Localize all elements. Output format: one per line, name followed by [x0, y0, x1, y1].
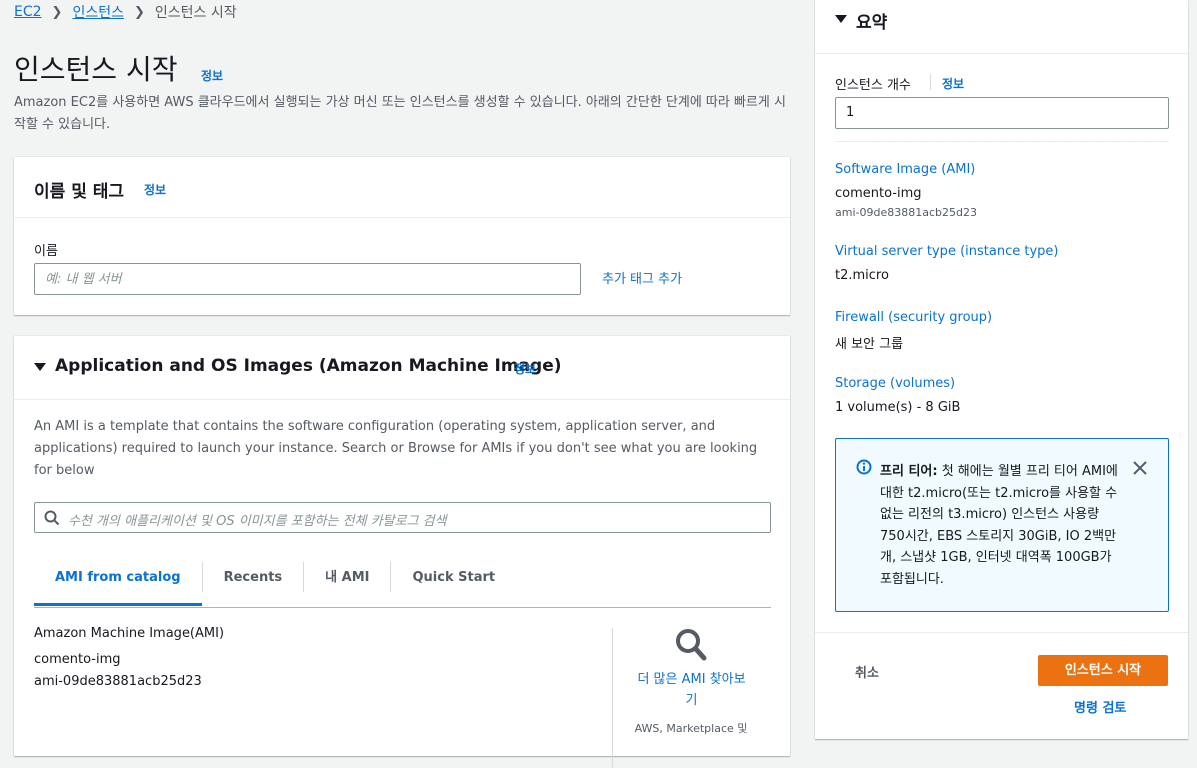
chevron-right-icon: ❯ — [51, 4, 63, 20]
page-title: 인스턴스 시작 — [14, 53, 178, 86]
browse-more-amis-sub: AWS, Marketplace 및 — [634, 722, 748, 735]
divider — [612, 628, 613, 768]
summary-title: 요약 — [856, 13, 888, 33]
ami-search-placeholder: 수천 개의 애플리케이션 및 OS 이미지를 포함하는 전체 카탈로그 검색 — [68, 514, 447, 529]
breadcrumb-instances[interactable]: 인스턴스 — [72, 2, 124, 22]
ami-description: An AMI is a template that contains the s… — [34, 419, 758, 478]
ami-info-link[interactable]: 정보 — [514, 360, 536, 377]
caret-down-icon[interactable] — [34, 363, 46, 371]
review-commands-button[interactable]: 명령 검토 — [1074, 697, 1126, 716]
summary-storage-value: 1 volume(s) - 8 GiB — [835, 400, 961, 415]
summary-storage-link[interactable]: Storage (volumes) — [835, 376, 955, 391]
browse-more-amis-line2: 기 — [685, 693, 698, 708]
launch-instance-button[interactable]: 인스턴스 시작 — [1038, 655, 1168, 686]
page-description: Amazon EC2를 사용하면 AWS 클라우드에서 실행되는 가상 머신 또… — [14, 95, 786, 132]
info-icon — [856, 459, 872, 475]
browse-more-amis-line1: 더 많은 AMI 찾아보 — [637, 672, 746, 687]
cancel-button[interactable]: 취소 — [855, 662, 879, 681]
name-input[interactable] — [34, 263, 581, 295]
breadcrumb: EC2 ❯ 인스턴스 ❯ 인스턴스 시작 — [14, 2, 237, 22]
selected-ami-name: comento-img — [34, 652, 121, 667]
summary-ami-link[interactable]: Software Image (AMI) — [835, 162, 975, 177]
chevron-right-icon: ❯ — [133, 4, 145, 20]
ami-panel: Application and OS Images (Amazon Machin… — [14, 336, 790, 768]
divider — [815, 632, 1188, 633]
ami-title: Application and OS Images (Amazon Machin… — [55, 356, 562, 376]
breadcrumb-ec2[interactable]: EC2 — [14, 4, 42, 20]
selected-ami-id: ami-09de83881acb25d23 — [34, 674, 202, 689]
add-tags-link[interactable]: 추가 태그 추가 — [602, 268, 682, 287]
name-tags-header: 이름 및 태그 정보 — [14, 157, 790, 218]
tab-recents[interactable]: Recents — [203, 562, 304, 606]
tab-quick-start[interactable]: Quick Start — [391, 562, 516, 606]
free-tier-alert-text: 프리 티어: 첫 해에는 월별 프리 티어 AMI에 대한 t2.micro(또… — [880, 461, 1120, 590]
summary-ami-name: comento-img — [835, 186, 922, 201]
name-tags-title: 이름 및 태그 — [34, 182, 125, 202]
summary-header[interactable]: 요약 — [815, 0, 1188, 54]
summary-instance-type-value: t2.micro — [835, 268, 889, 283]
summary-firewall-link[interactable]: Firewall (security group) — [835, 310, 992, 325]
name-field-label: 이름 — [34, 244, 58, 259]
free-tier-alert-body: 첫 해에는 월별 프리 티어 AMI에 대한 t2.micro(또는 t2.mi… — [880, 464, 1118, 587]
tab-my-ami[interactable]: 내 AMI — [304, 562, 390, 606]
ami-tabs: AMI from catalog Recents 내 AMI Quick Sta… — [34, 562, 771, 608]
magnifier-icon[interactable] — [675, 628, 707, 662]
instance-count-info-link[interactable]: 정보 — [942, 75, 964, 92]
page-info-link[interactable]: 정보 — [201, 67, 223, 84]
tab-ami-from-catalog[interactable]: AMI from catalog — [34, 562, 202, 606]
summary-panel: 요약 인스턴스 개수 정보 1 Software Image (AMI) com… — [815, 0, 1188, 739]
ami-search-input[interactable]: 수천 개의 애플리케이션 및 OS 이미지를 포함하는 전체 카탈로그 검색 — [34, 502, 771, 533]
close-icon[interactable] — [1133, 461, 1147, 475]
caret-down-icon[interactable] — [835, 15, 847, 23]
instance-count-input[interactable]: 1 — [835, 97, 1169, 129]
name-tags-info-link[interactable]: 정보 — [144, 181, 166, 198]
summary-instance-type-link[interactable]: Virtual server type (instance type) — [835, 244, 1058, 259]
divider — [930, 74, 931, 90]
instance-count-label: 인스턴스 개수 — [835, 78, 911, 93]
free-tier-alert-title: 프리 티어: — [880, 464, 938, 479]
ami-header[interactable]: Application and OS Images (Amazon Machin… — [14, 336, 790, 400]
name-tags-panel: 이름 및 태그 정보 이름 추가 태그 추가 — [14, 157, 790, 315]
browse-more-amis-link[interactable]: 더 많은 AMI 찾아보 기 — [624, 669, 759, 711]
summary-ami-id: ami-09de83881acb25d23 — [835, 206, 977, 219]
selected-ami-label: Amazon Machine Image(AMI) — [34, 626, 225, 641]
search-icon — [44, 510, 60, 526]
divider — [835, 141, 1169, 142]
breadcrumb-current: 인스턴스 시작 — [154, 5, 237, 21]
free-tier-alert: 프리 티어: 첫 해에는 월별 프리 티어 AMI에 대한 t2.micro(또… — [835, 438, 1169, 612]
summary-firewall-value: 새 보안 그룹 — [835, 337, 904, 352]
